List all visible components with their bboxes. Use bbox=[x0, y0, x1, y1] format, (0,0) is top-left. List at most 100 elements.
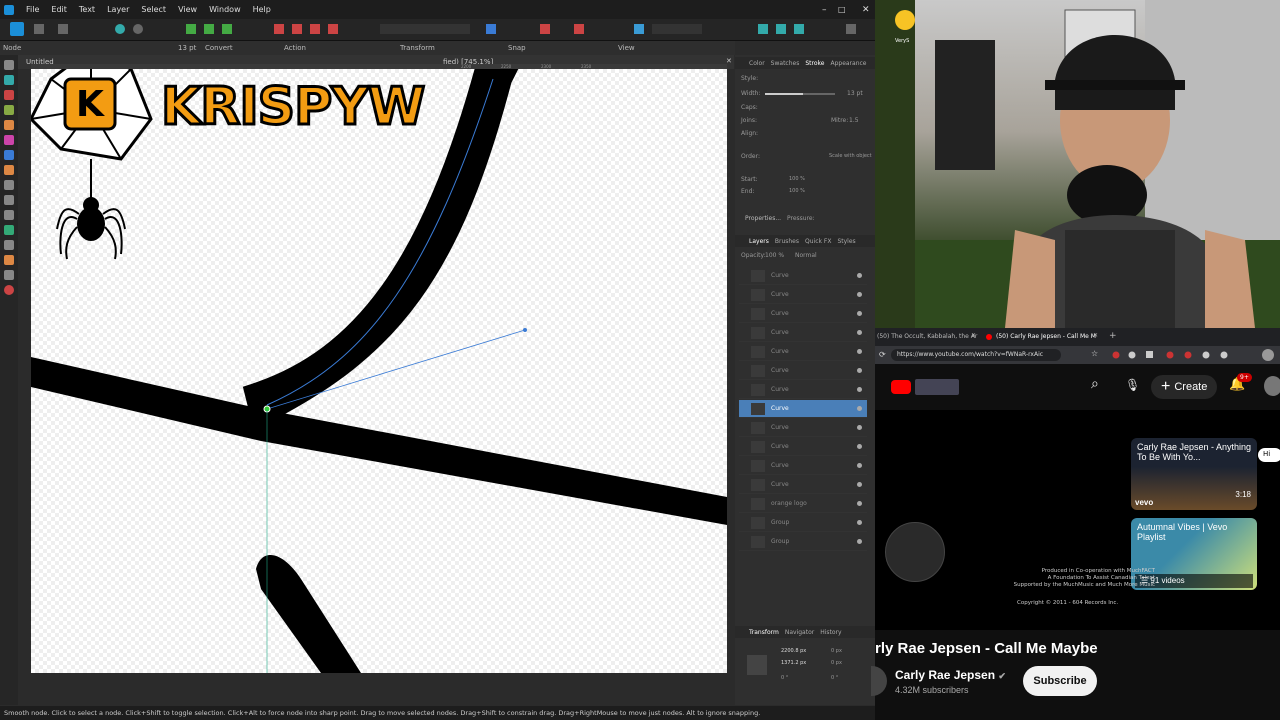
menu-layer[interactable]: Layer bbox=[107, 5, 129, 14]
mic-icon[interactable]: 🎙 bbox=[1125, 378, 1140, 392]
color-swatch-icon[interactable] bbox=[4, 285, 14, 295]
transform-shear-field[interactable]: 0 ° bbox=[831, 675, 838, 681]
fill-tool-icon[interactable] bbox=[4, 150, 14, 160]
channel-name[interactable]: Carly Rae Jepsen ✔ bbox=[895, 668, 1006, 682]
close-icon[interactable]: ✕ bbox=[862, 5, 870, 15]
menu-help[interactable]: Help bbox=[253, 5, 271, 14]
refresh-icon[interactable]: ⟳ bbox=[879, 350, 886, 359]
anchor-grid-icon[interactable] bbox=[747, 655, 767, 675]
layer-visibility-icon[interactable] bbox=[857, 368, 862, 373]
layer-visibility-icon[interactable] bbox=[857, 482, 862, 487]
browser-tab-1[interactable]: (50) The Occult, Kabbalah, the Ar bbox=[877, 333, 977, 340]
ellipse-tool-icon[interactable] bbox=[4, 210, 14, 220]
layer-visibility-icon[interactable] bbox=[857, 501, 862, 506]
extension-icons[interactable] bbox=[1110, 346, 1260, 364]
layer-row[interactable]: Curve bbox=[739, 324, 867, 342]
transform-rotation-field[interactable]: 0 ° bbox=[781, 675, 788, 681]
properties-button[interactable]: Properties... bbox=[745, 215, 781, 222]
transform-x-field[interactable]: 2200.8 px bbox=[781, 648, 806, 654]
tab-navigator[interactable]: Navigator bbox=[785, 629, 814, 636]
app-icon[interactable] bbox=[4, 4, 14, 15]
menu-view[interactable]: View bbox=[178, 5, 197, 14]
blend-mode-select[interactable]: Normal bbox=[795, 252, 817, 259]
hide-endscreen-button[interactable]: Hi bbox=[1258, 448, 1280, 462]
layer-row[interactable]: Group bbox=[739, 533, 867, 551]
start-scale[interactable]: 100 % bbox=[789, 176, 805, 182]
layer-row[interactable]: orange logo bbox=[739, 495, 867, 513]
tab-close-icon[interactable]: ✕ bbox=[971, 332, 976, 339]
address-field[interactable]: https://www.youtube.com/watch?v=fWNaR-rx… bbox=[891, 349, 1061, 361]
minimize-icon[interactable]: – bbox=[822, 5, 827, 15]
endscreen-card-video[interactable]: Carly Rae Jepsen - Anything To Be With Y… bbox=[1131, 438, 1257, 510]
new-tab-icon[interactable]: + bbox=[1109, 331, 1117, 341]
tab-brushes[interactable]: Brushes bbox=[775, 238, 799, 245]
search-icon[interactable]: ⌕ bbox=[1091, 376, 1099, 392]
layer-row[interactable]: Curve bbox=[739, 362, 867, 380]
channel-endscreen-avatar[interactable] bbox=[885, 522, 945, 582]
transform-y-field[interactable]: 1371.2 px bbox=[781, 660, 806, 666]
tab-close-icon[interactable]: ✕ bbox=[1093, 332, 1098, 339]
layer-visibility-icon[interactable] bbox=[857, 330, 862, 335]
toolbar-icons[interactable] bbox=[0, 19, 875, 41]
gradient-tool-icon[interactable] bbox=[4, 165, 14, 175]
layer-row[interactable]: Curve bbox=[739, 305, 867, 323]
layer-visibility-icon[interactable] bbox=[857, 539, 862, 544]
menu-select[interactable]: Select bbox=[141, 5, 166, 14]
layer-visibility-icon[interactable] bbox=[857, 273, 862, 278]
layer-row[interactable]: Curve bbox=[739, 438, 867, 456]
corner-tool-icon[interactable] bbox=[4, 90, 14, 100]
create-button[interactable]: + Create bbox=[1151, 375, 1218, 399]
layer-row[interactable]: Curve bbox=[739, 457, 867, 475]
zoom-tool-icon[interactable] bbox=[4, 270, 14, 280]
width-value[interactable]: 13 pt bbox=[847, 90, 863, 97]
stroke-width-field[interactable]: 13 pt bbox=[178, 44, 196, 52]
layer-row[interactable]: Curve bbox=[739, 400, 867, 418]
mitre-value[interactable]: 1.5 bbox=[849, 117, 859, 124]
menu-text[interactable]: Text bbox=[79, 5, 95, 14]
scale-with-object-checkbox[interactable]: Scale with object bbox=[829, 153, 872, 159]
transform-w-field[interactable]: 0 px bbox=[831, 648, 842, 654]
subscribe-button[interactable]: Subscribe bbox=[1023, 666, 1097, 696]
menu-file[interactable]: File bbox=[26, 5, 39, 14]
tab-color[interactable]: Color bbox=[749, 60, 765, 67]
move-tool-icon[interactable] bbox=[4, 60, 14, 70]
channel-avatar[interactable] bbox=[871, 666, 887, 696]
layer-row[interactable]: Curve bbox=[739, 286, 867, 304]
layer-row[interactable]: Curve bbox=[739, 267, 867, 285]
rect-tool-icon[interactable] bbox=[4, 195, 14, 205]
tab-swatches[interactable]: Swatches bbox=[771, 60, 800, 67]
tab-layers[interactable]: Layers bbox=[749, 238, 769, 245]
layer-row[interactable]: Curve bbox=[739, 476, 867, 494]
layer-row[interactable]: Group bbox=[739, 514, 867, 532]
brush-tool-icon[interactable] bbox=[4, 135, 14, 145]
menu-edit[interactable]: Edit bbox=[51, 5, 67, 14]
tab-history[interactable]: History bbox=[820, 629, 841, 636]
layer-visibility-icon[interactable] bbox=[857, 406, 862, 411]
menu-window[interactable]: Window bbox=[209, 5, 241, 14]
tab-quick-fx[interactable]: Quick FX bbox=[805, 238, 831, 245]
transform-h-field[interactable]: 0 px bbox=[831, 660, 842, 666]
layer-row[interactable]: Curve bbox=[739, 419, 867, 437]
end-scale[interactable]: 100 % bbox=[789, 188, 805, 194]
tab-styles[interactable]: Styles bbox=[837, 238, 855, 245]
node-tool-icon[interactable] bbox=[4, 75, 14, 85]
layer-visibility-icon[interactable] bbox=[857, 349, 862, 354]
tab-appearance[interactable]: Appearance bbox=[830, 60, 866, 67]
eyedropper-tool-icon[interactable] bbox=[4, 255, 14, 265]
pencil-tool-icon[interactable] bbox=[4, 120, 14, 130]
pen-tool-icon[interactable] bbox=[4, 105, 14, 115]
layer-row[interactable]: Curve bbox=[739, 343, 867, 361]
layer-visibility-icon[interactable] bbox=[857, 463, 862, 468]
layer-row[interactable]: Curve bbox=[739, 381, 867, 399]
maximize-icon[interactable]: □ bbox=[838, 5, 846, 14]
opacity-value[interactable]: 100 % bbox=[765, 252, 784, 259]
video-player[interactable]: Carly Rae Jepsen - Anything To Be With Y… bbox=[875, 410, 1280, 630]
layer-visibility-icon[interactable] bbox=[857, 311, 862, 316]
youtube-logo-icon[interactable] bbox=[891, 380, 911, 394]
layer-visibility-icon[interactable] bbox=[857, 425, 862, 430]
text-tool-icon[interactable] bbox=[4, 240, 14, 250]
layer-visibility-icon[interactable] bbox=[857, 520, 862, 525]
account-avatar[interactable] bbox=[1264, 376, 1280, 396]
design-canvas[interactable]: K KRISPYW bbox=[31, 69, 727, 673]
tab-stroke[interactable]: Stroke bbox=[805, 60, 824, 67]
